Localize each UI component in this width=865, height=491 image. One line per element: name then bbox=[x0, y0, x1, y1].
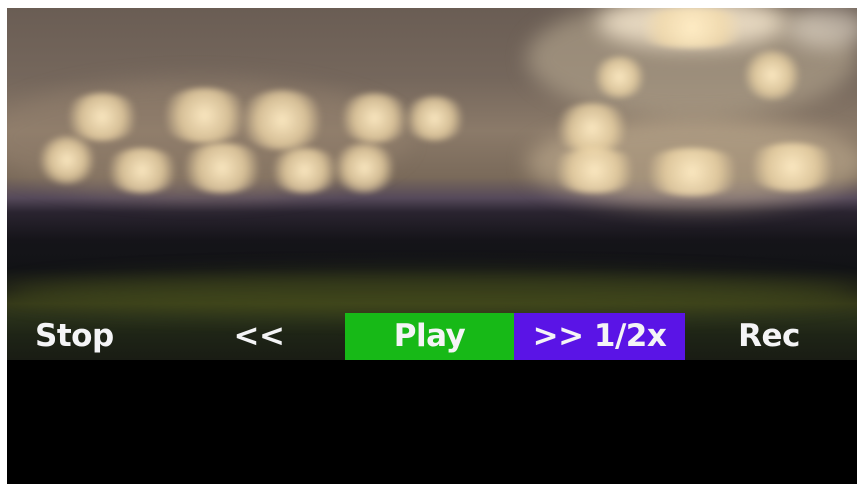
playback-controls: Stop << Play >> 1/2x Rec bbox=[7, 313, 857, 360]
player-screen: Stop << Play >> 1/2x Rec bbox=[7, 8, 857, 484]
record-button[interactable]: Rec bbox=[714, 313, 824, 360]
stop-button[interactable]: Stop bbox=[35, 313, 145, 360]
video-frame: Stop << Play >> 1/2x Rec bbox=[7, 8, 857, 360]
rewind-button[interactable]: << bbox=[221, 313, 297, 360]
fast-forward-speed-button[interactable]: >> 1/2x bbox=[514, 313, 685, 360]
play-button[interactable]: Play bbox=[345, 313, 514, 360]
